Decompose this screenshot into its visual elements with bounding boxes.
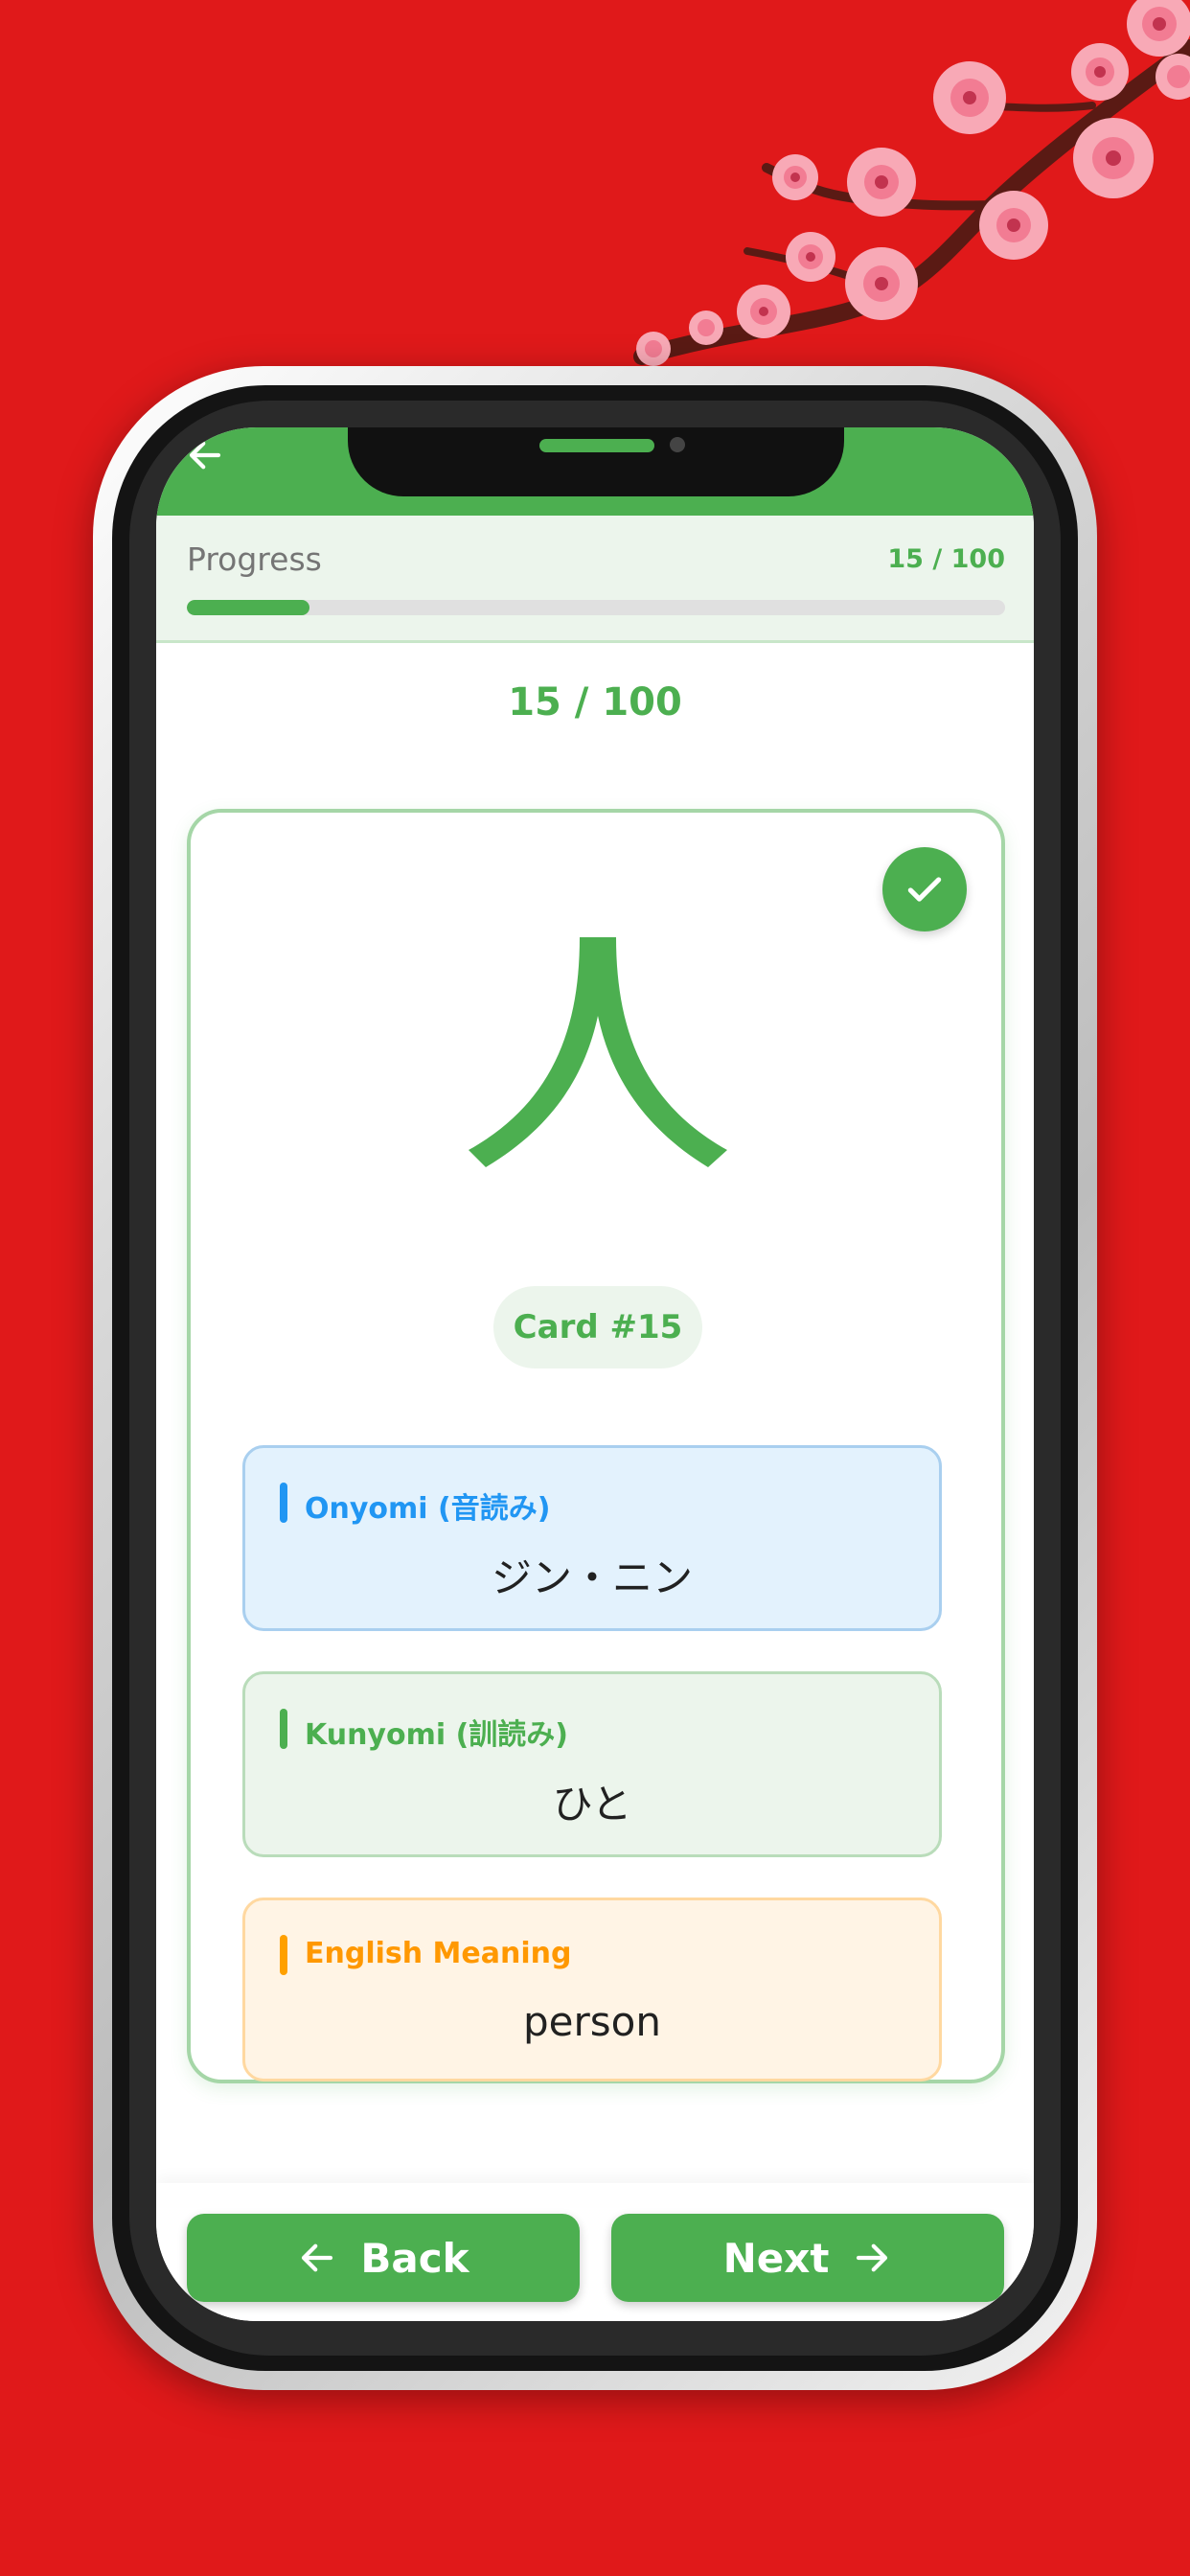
next-button-label: Next <box>722 2234 830 2282</box>
next-button[interactable]: Next <box>611 2214 1004 2302</box>
progress-count: 15 / 100 <box>887 544 1005 574</box>
cherry-blossom-decoration <box>633 0 1190 366</box>
flashcard[interactable]: 人 Card #15 Onyomi (音読み) ジン・ニン Kunyomi (訓… <box>187 809 1005 2083</box>
speaker <box>539 439 654 452</box>
onyomi-title: Onyomi (音読み) <box>305 1492 551 1526</box>
kunyomi-accent-bar <box>280 1709 287 1749</box>
progress-bar <box>187 600 1005 615</box>
progress-panel: Progress 15 / 100 <box>156 516 1034 643</box>
kunyomi-title: Kunyomi (訓読み) <box>305 1718 569 1752</box>
onyomi-accent-bar <box>280 1483 287 1523</box>
onyomi-value: ジン・ニン <box>491 1554 693 1601</box>
meaning-accent-bar <box>280 1935 287 1975</box>
kunyomi-box: Kunyomi (訓読み) ひと <box>242 1671 942 1857</box>
meaning-box: English Meaning person <box>242 1898 942 2082</box>
back-button[interactable]: Back <box>187 2214 580 2302</box>
phone-notch <box>348 427 844 496</box>
phone-screen: Progress 15 / 100 15 / 100 人 Card #15 On… <box>156 427 1034 2321</box>
camera <box>670 437 685 452</box>
bottom-nav: Back Next <box>156 2183 1034 2321</box>
kanji-text: 人 <box>191 910 206 914</box>
meaning-value: person <box>523 1998 661 2045</box>
card-counter: 15 / 100 <box>508 680 682 724</box>
arrow-left-icon[interactable] <box>185 435 225 475</box>
check-icon <box>907 877 942 902</box>
progress-bar-fill <box>187 600 310 615</box>
onyomi-box: Onyomi (音読み) ジン・ニン <box>242 1445 942 1631</box>
arrow-left-icon <box>302 2243 333 2272</box>
kunyomi-value: ひと <box>552 1781 632 1828</box>
kanji-character: 人 <box>191 910 727 1167</box>
meaning-title: English Meaning <box>305 1937 572 1970</box>
progress-label: Progress <box>187 540 322 578</box>
card-number-badge: Card #15 <box>493 1286 702 1368</box>
arrow-right-icon <box>857 2243 888 2272</box>
back-button-label: Back <box>360 2234 469 2282</box>
